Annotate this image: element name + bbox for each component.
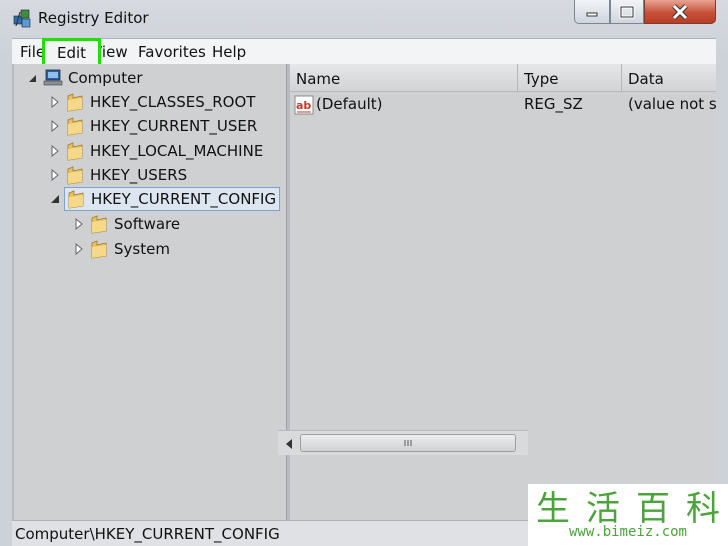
- folder-icon: [67, 142, 83, 161]
- string-value-icon: ab: [294, 95, 314, 115]
- tree-item-hkey-users[interactable]: HKEY_USERS: [48, 164, 187, 186]
- scroll-thumb[interactable]: [300, 434, 516, 452]
- watermark-char: 百: [636, 488, 670, 529]
- expand-icon[interactable]: [48, 119, 62, 133]
- svg-text:ab: ab: [296, 99, 311, 112]
- tree-item-hkey-classes-root[interactable]: HKEY_CLASSES_ROOT: [48, 91, 255, 113]
- horizontal-scrollbar[interactable]: [278, 430, 528, 455]
- tree-label: HKEY_CURRENT_USER: [90, 117, 258, 135]
- tree-label: HKEY_CLASSES_ROOT: [90, 93, 256, 111]
- key-tree-pane[interactable]: Computer HKEY_CLASSES_ROOT HKEY_CURRENT_…: [14, 64, 287, 520]
- maximize-button[interactable]: [610, 0, 644, 24]
- folder-icon: [67, 117, 83, 136]
- registry-icon: [13, 9, 31, 28]
- grip-icon: [404, 440, 412, 446]
- watermark: 生 活 百 科 www.bimeiz.com: [528, 484, 728, 546]
- tree-item-hkey-current-user[interactable]: HKEY_CURRENT_USER: [48, 115, 257, 137]
- folder-icon: [68, 190, 84, 209]
- menu-bar: File View Favorites Help Edit: [12, 38, 716, 68]
- scroll-left-icon[interactable]: [286, 439, 292, 449]
- watermark-char: 活: [586, 488, 620, 529]
- watermark-chars: 生 活 百 科: [528, 485, 728, 529]
- value-name[interactable]: (Default): [316, 95, 383, 113]
- folder-icon: [67, 93, 83, 112]
- maximize-icon: [619, 5, 635, 18]
- expand-icon[interactable]: [72, 217, 86, 231]
- collapse-icon[interactable]: [28, 74, 37, 83]
- folder-icon: [91, 215, 107, 234]
- column-header-type[interactable]: Type: [518, 64, 622, 92]
- value-type: REG_SZ: [524, 95, 583, 113]
- tree-label: System: [114, 240, 170, 258]
- watermark-url: www.bimeiz.com: [568, 524, 687, 540]
- tree-item-hkey-current-config[interactable]: HKEY_CURRENT_CONFIG: [48, 187, 281, 211]
- value-data: (value not s: [628, 95, 716, 113]
- tree-label: HKEY_LOCAL_MACHINE: [90, 142, 264, 160]
- tree-label: HKEY_CURRENT_CONFIG: [91, 190, 277, 208]
- selected-key[interactable]: HKEY_CURRENT_CONFIG: [64, 187, 281, 211]
- minimize-icon: [586, 12, 598, 16]
- watermark-char: 生: [536, 488, 570, 529]
- computer-icon: [43, 69, 63, 86]
- watermark-char: 科: [686, 488, 720, 529]
- tree-item-system[interactable]: System: [72, 238, 170, 260]
- tree-item-computer[interactable]: Computer: [28, 67, 143, 89]
- registry-editor-window: Registry Editor File View Favorites Help…: [0, 0, 728, 546]
- collapse-icon[interactable]: [48, 192, 62, 206]
- title-bar[interactable]: Registry Editor: [0, 0, 728, 38]
- tree-label: Software: [114, 215, 181, 233]
- folder-icon: [91, 240, 107, 259]
- window-title: Registry Editor: [38, 9, 149, 27]
- expand-icon[interactable]: [48, 168, 62, 182]
- column-header-name[interactable]: Name: [290, 64, 518, 92]
- status-path: Computer\HKEY_CURRENT_CONFIG: [15, 525, 280, 543]
- column-header-data[interactable]: Data: [622, 64, 716, 92]
- menu-help[interactable]: Help: [212, 41, 246, 63]
- close-button[interactable]: [644, 0, 716, 24]
- menu-favorites[interactable]: Favorites: [138, 41, 206, 63]
- tree-item-software[interactable]: Software: [72, 213, 180, 235]
- tree-label-computer: Computer: [68, 69, 143, 87]
- close-icon: [672, 3, 688, 20]
- tree-item-hkey-local-machine[interactable]: HKEY_LOCAL_MACHINE: [48, 140, 263, 162]
- expand-icon[interactable]: [48, 95, 62, 109]
- expand-icon[interactable]: [48, 144, 62, 158]
- expand-icon[interactable]: [72, 242, 86, 256]
- minimize-button[interactable]: [574, 0, 610, 24]
- folder-icon: [67, 166, 83, 185]
- tree-label: HKEY_USERS: [90, 166, 188, 184]
